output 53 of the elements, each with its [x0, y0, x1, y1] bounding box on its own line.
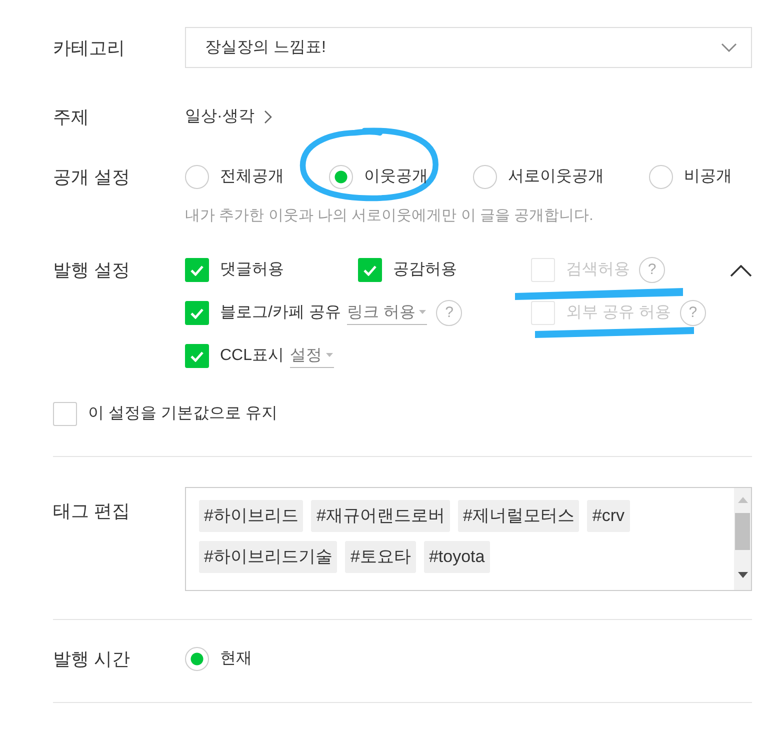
- radio-button[interactable]: [649, 165, 673, 189]
- radio-label[interactable]: 이웃공개: [364, 166, 428, 188]
- field-label: 카테고리: [53, 36, 126, 60]
- checkbox[interactable]: [358, 258, 382, 282]
- dropdown[interactable]: 링크 허용: [346, 302, 428, 324]
- radio-button[interactable]: [185, 165, 209, 189]
- field-label: 주제: [53, 106, 90, 129]
- checkbox-label[interactable]: 공감허용: [393, 259, 457, 281]
- checkbox-label[interactable]: 블로그/카페 공유: [220, 302, 341, 324]
- chevron-right-icon: [264, 110, 272, 124]
- caret-down-icon: [419, 310, 426, 314]
- checkmark-icon: [190, 308, 204, 318]
- scroll-down-icon[interactable]: [738, 572, 748, 578]
- checkbox-label[interactable]: 이 설정을 기본값으로 유지: [88, 403, 278, 425]
- field-label: 발행 설정: [53, 259, 132, 282]
- caret-down-icon: [326, 353, 334, 357]
- dropdown[interactable]: 설정: [290, 344, 334, 368]
- scrollbar-thumb[interactable]: [735, 513, 750, 550]
- field-label: 발행 시간: [53, 648, 132, 671]
- scrollbar[interactable]: [734, 488, 751, 590]
- tag-input-field[interactable]: #하이브리드 #재규어랜드로버 #제너럴모터스 #crv #하이브리드기술 #토요타 #toyota: [185, 487, 752, 591]
- radio-button[interactable]: [329, 165, 353, 189]
- field-label: 공개 설정: [53, 166, 132, 189]
- radio-button[interactable]: [473, 165, 497, 189]
- checkmark-icon: [190, 350, 204, 362]
- checkbox[interactable]: [185, 301, 209, 325]
- visibility-description: 내가 추가한 이웃과 나의 서로이웃에게만 이 글을 공개합니다.: [185, 206, 594, 226]
- checkbox[interactable]: [185, 258, 209, 282]
- checkmark-icon: [363, 264, 377, 276]
- chevron-up-icon[interactable]: [730, 265, 752, 277]
- tag-chip[interactable]: #하이브리드기술: [199, 541, 338, 573]
- category-select[interactable]: 장실장의 느낌표!: [185, 27, 752, 68]
- radio-label[interactable]: 전체공개: [220, 166, 284, 188]
- tag-chip[interactable]: #재규어랜드로버: [311, 500, 450, 532]
- select-value: 장실장의 느낌표!: [205, 38, 326, 58]
- field-label: 태그 편집: [53, 500, 132, 523]
- topic-link[interactable]: 일상·생각: [185, 106, 272, 128]
- tag-chip[interactable]: #제너럴모터스: [458, 500, 580, 532]
- radio-label[interactable]: 서로이웃공개: [508, 166, 604, 188]
- tag-chip[interactable]: #하이브리드: [199, 500, 304, 532]
- radio-label[interactable]: 현재: [220, 648, 252, 670]
- checkbox-label[interactable]: 댓글허용: [220, 259, 284, 281]
- tag-chip[interactable]: #toyota: [424, 541, 490, 573]
- checkbox-label[interactable]: CCL표시: [220, 345, 284, 367]
- tag-chip[interactable]: #crv: [587, 500, 630, 532]
- checkbox[interactable]: [53, 402, 77, 426]
- chevron-down-icon: [721, 43, 737, 52]
- tag-chip[interactable]: #토요타: [345, 541, 416, 573]
- radio-button[interactable]: [185, 647, 209, 671]
- scroll-up-icon[interactable]: [738, 497, 748, 503]
- checkmark-icon: [190, 264, 204, 276]
- checkbox[interactable]: [185, 344, 209, 368]
- radio-label[interactable]: 비공개: [684, 166, 732, 188]
